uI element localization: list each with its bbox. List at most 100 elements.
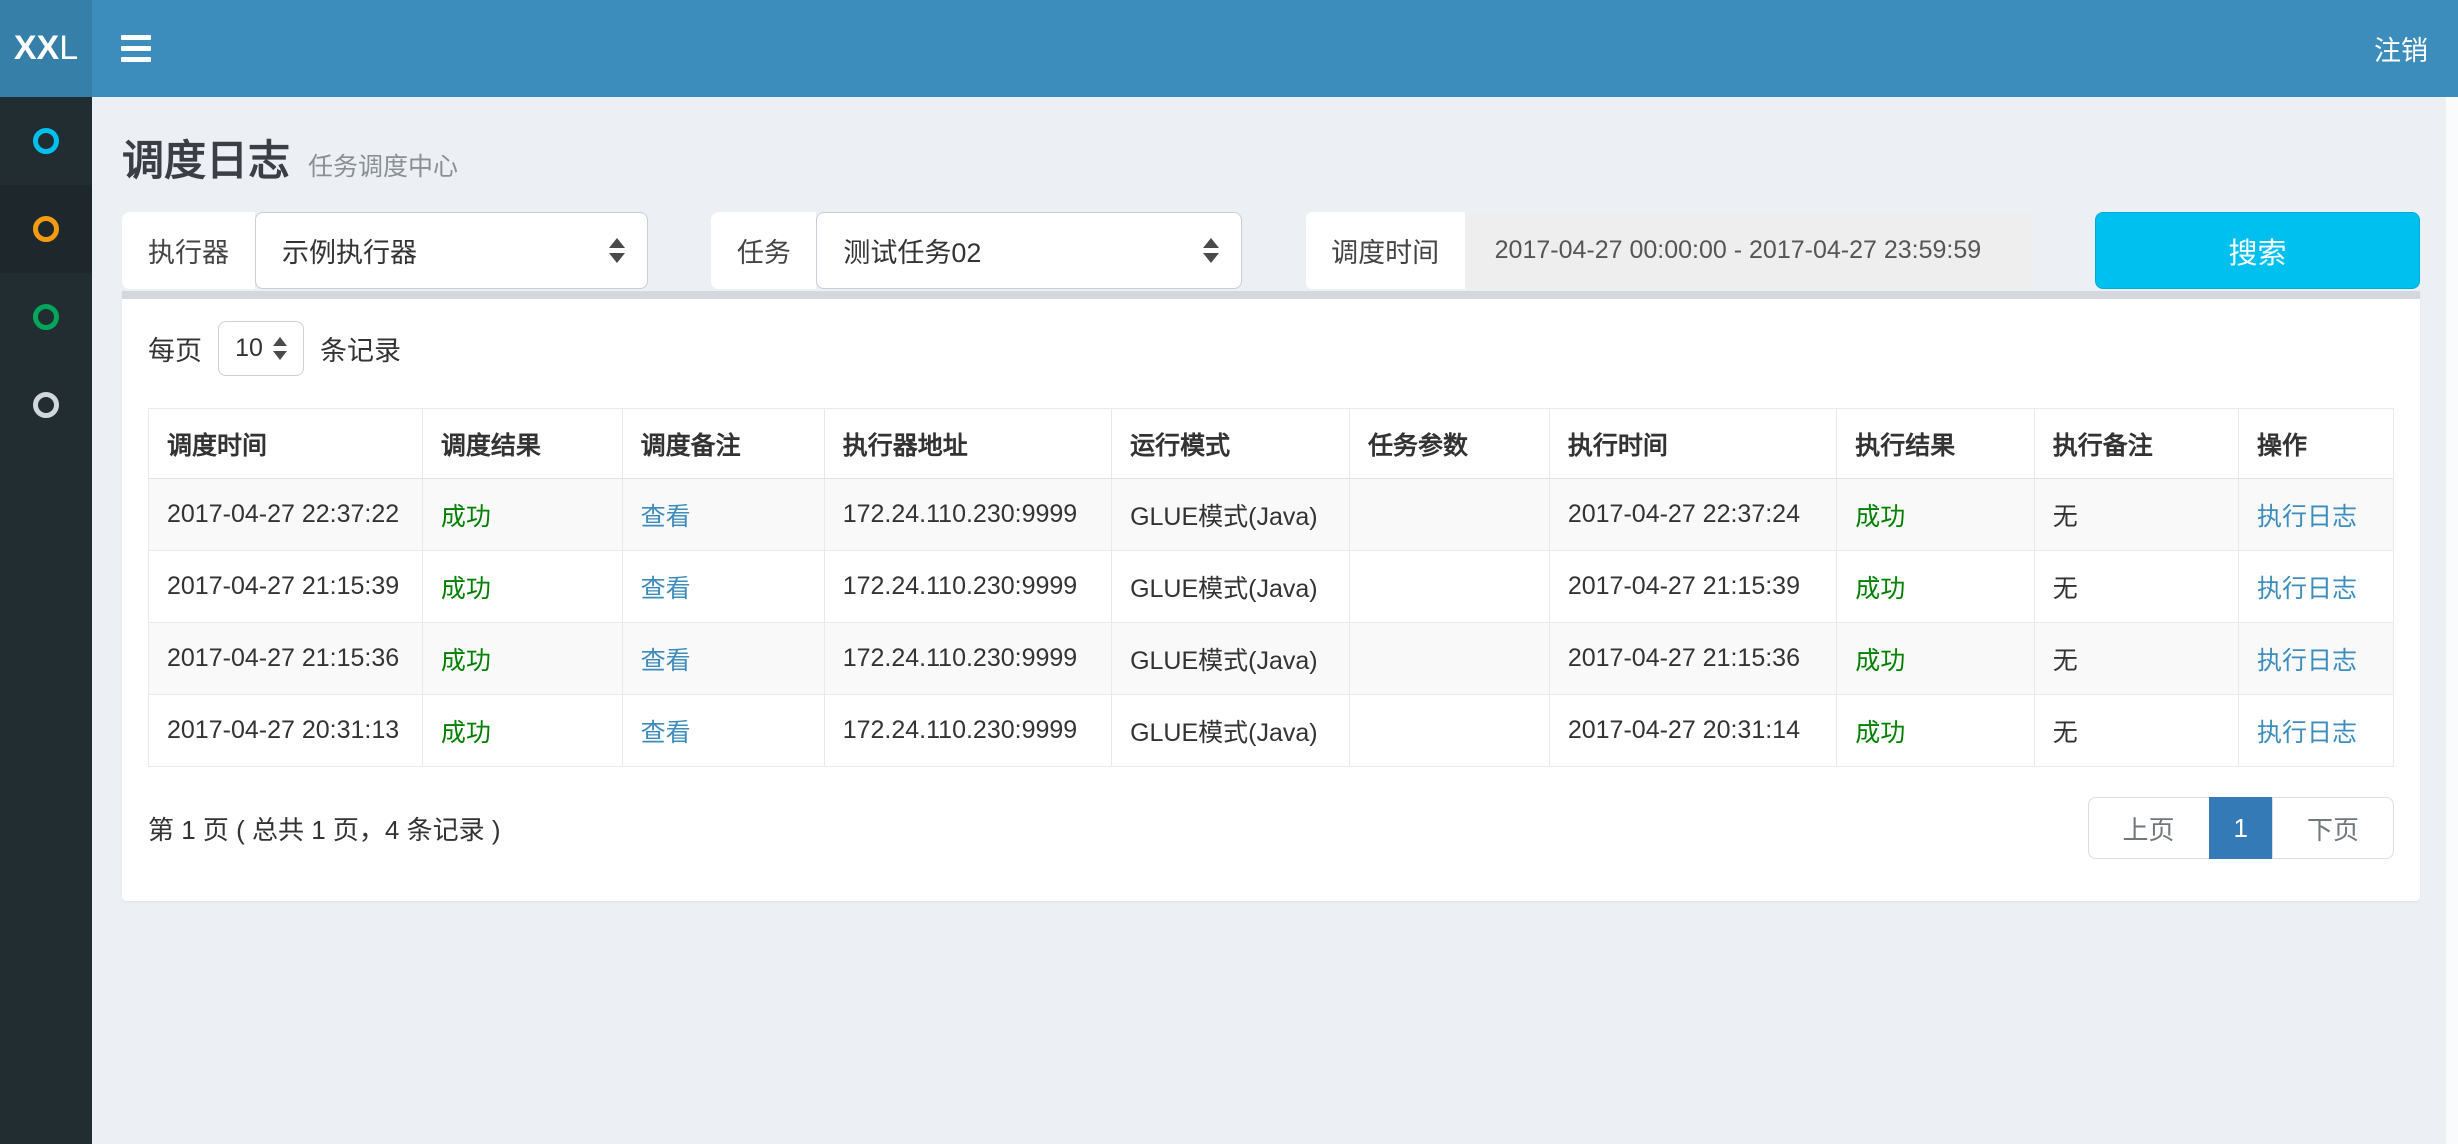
table-cell-action: 执行日志 xyxy=(2239,479,2394,551)
table-cell-glue_type: GLUE模式(Java) xyxy=(1112,479,1350,551)
table-cell-trigger_result: 成功 xyxy=(422,695,622,767)
trigger-time-range-input[interactable] xyxy=(1465,212,2032,289)
table-cell-trigger_time: 2017-04-27 22:37:22 xyxy=(149,479,423,551)
view-trigger-msg-link[interactable]: 查看 xyxy=(641,647,691,675)
column-header: 任务参数 xyxy=(1350,409,1550,479)
column-header: 执行时间 xyxy=(1549,409,1836,479)
column-header: 操作 xyxy=(2239,409,2394,479)
job-select[interactable]: 测试任务02 xyxy=(816,212,1242,289)
table-cell-action: 执行日志 xyxy=(2239,551,2394,623)
table-cell-job_param xyxy=(1350,695,1550,767)
table-cell-trigger_result: 成功 xyxy=(422,551,622,623)
table-cell-trigger_msg: 查看 xyxy=(622,623,824,695)
top-navbar: XXL 注销 xyxy=(0,0,2458,97)
table-cell-executor_address: 172.24.110.230:9999 xyxy=(824,479,1111,551)
page-title: 调度日志 xyxy=(122,127,290,188)
column-header: 执行备注 xyxy=(2034,409,2238,479)
select-arrows-icon xyxy=(1203,238,1219,263)
page-subtitle: 任务调度中心 xyxy=(308,147,458,183)
table-cell-action: 执行日志 xyxy=(2239,695,2394,767)
trigger-time-filter-label: 调度时间 xyxy=(1306,212,1465,289)
content-area: 调度日志 任务调度中心 执行器 示例执行器 任务 测试任务02 调度时间 搜索 … xyxy=(92,97,2458,901)
sidebar-toggle-button[interactable] xyxy=(92,0,180,97)
view-trigger-msg-link[interactable]: 查看 xyxy=(641,503,691,531)
next-page-button[interactable]: 下页 xyxy=(2272,797,2394,859)
page-1-button[interactable]: 1 xyxy=(2209,797,2273,859)
view-trigger-msg-link[interactable]: 查看 xyxy=(641,719,691,747)
page-size-select[interactable]: 10 xyxy=(218,321,304,376)
table-cell-executor_address: 172.24.110.230:9999 xyxy=(824,695,1111,767)
sidebar-menu xyxy=(0,97,92,1144)
app-logo[interactable]: XXL xyxy=(0,0,92,97)
table-cell-handle_time: 2017-04-27 22:37:24 xyxy=(1549,479,1836,551)
hamburger-icon xyxy=(121,35,151,40)
logo-text-light: L xyxy=(59,29,78,68)
circle-ring-icon xyxy=(33,216,59,242)
column-header: 调度结果 xyxy=(422,409,622,479)
table-row: 2017-04-27 21:15:36成功查看172.24.110.230:99… xyxy=(149,623,2394,695)
hamburger-icon xyxy=(121,46,151,51)
job-select-value: 测试任务02 xyxy=(843,231,1189,270)
table-cell-job_param xyxy=(1350,623,1550,695)
log-table-body: 2017-04-27 22:37:22成功查看172.24.110.230:99… xyxy=(149,479,2394,767)
sidebar-item-menu-1[interactable] xyxy=(0,97,92,185)
sidebar-item-menu-2[interactable] xyxy=(0,185,92,273)
table-cell-trigger_time: 2017-04-27 20:31:13 xyxy=(149,695,423,767)
search-button[interactable]: 搜索 xyxy=(2095,212,2420,289)
table-cell-glue_type: GLUE模式(Java) xyxy=(1112,623,1350,695)
table-cell-job_param xyxy=(1350,479,1550,551)
circle-ring-icon xyxy=(33,304,59,330)
table-cell-handle_time: 2017-04-27 20:31:14 xyxy=(1549,695,1836,767)
sidebar-item-menu-3[interactable] xyxy=(0,273,92,361)
column-header: 调度备注 xyxy=(622,409,824,479)
view-trigger-msg-link[interactable]: 查看 xyxy=(641,575,691,603)
circle-ring-icon xyxy=(33,392,59,418)
execution-log-link[interactable]: 执行日志 xyxy=(2257,503,2357,531)
table-cell-handle_msg: 无 xyxy=(2034,479,2238,551)
pagination-controls: 上页 1 下页 xyxy=(2088,797,2395,859)
table-cell-handle_time: 2017-04-27 21:15:36 xyxy=(1549,623,1836,695)
table-cell-trigger_time: 2017-04-27 21:15:39 xyxy=(149,551,423,623)
table-cell-handle_msg: 无 xyxy=(2034,623,2238,695)
filter-toolbar: 执行器 示例执行器 任务 测试任务02 调度时间 搜索 xyxy=(122,212,2420,289)
column-header: 调度时间 xyxy=(149,409,423,479)
sidebar-item-menu-4[interactable] xyxy=(0,361,92,449)
page-header: 调度日志 任务调度中心 xyxy=(122,127,2420,188)
select-arrows-icon xyxy=(273,337,287,360)
job-filter-label: 任务 xyxy=(711,212,816,289)
table-row: 2017-04-27 21:15:39成功查看172.24.110.230:99… xyxy=(149,551,2394,623)
table-cell-trigger_result: 成功 xyxy=(422,623,622,695)
column-header: 运行模式 xyxy=(1112,409,1350,479)
execution-log-link[interactable]: 执行日志 xyxy=(2257,719,2357,747)
log-table-head-row: 调度时间调度结果调度备注执行器地址运行模式任务参数执行时间执行结果执行备注操作 xyxy=(149,409,2394,479)
pagination-row: 第 1 页 ( 总共 1 页，4 条记录 ) 上页 1 下页 xyxy=(148,797,2394,859)
trigger-time-filter-group: 调度时间 xyxy=(1306,212,2032,289)
table-cell-glue_type: GLUE模式(Java) xyxy=(1112,695,1350,767)
table-cell-trigger_time: 2017-04-27 21:15:36 xyxy=(149,623,423,695)
pagination-summary: 第 1 页 ( 总共 1 页，4 条记录 ) xyxy=(148,810,501,847)
executor-filter-label: 执行器 xyxy=(122,212,255,289)
page-size-value: 10 xyxy=(235,334,263,363)
log-table: 调度时间调度结果调度备注执行器地址运行模式任务参数执行时间执行结果执行备注操作 … xyxy=(148,408,2394,767)
table-cell-trigger_msg: 查看 xyxy=(622,695,824,767)
executor-filter-group: 执行器 示例执行器 xyxy=(122,212,648,289)
logo-text-bold: XX xyxy=(14,29,59,68)
executor-select-value: 示例执行器 xyxy=(282,231,595,270)
circle-ring-icon xyxy=(33,128,59,154)
table-cell-job_param xyxy=(1350,551,1550,623)
execution-log-link[interactable]: 执行日志 xyxy=(2257,647,2357,675)
table-cell-handle_msg: 无 xyxy=(2034,695,2238,767)
prev-page-button[interactable]: 上页 xyxy=(2088,797,2210,859)
table-row: 2017-04-27 22:37:22成功查看172.24.110.230:99… xyxy=(149,479,2394,551)
page-size-row: 每页 10 条记录 xyxy=(148,321,2394,376)
page-size-suffix-label: 条记录 xyxy=(320,329,401,368)
table-cell-handle_result: 成功 xyxy=(1837,623,2035,695)
logout-link[interactable]: 注销 xyxy=(2344,0,2458,97)
table-cell-trigger_msg: 查看 xyxy=(622,479,824,551)
job-filter-group: 任务 测试任务02 xyxy=(711,212,1242,289)
executor-select[interactable]: 示例执行器 xyxy=(255,212,648,289)
hamburger-icon xyxy=(121,57,151,62)
execution-log-link[interactable]: 执行日志 xyxy=(2257,575,2357,603)
log-panel: 每页 10 条记录 调度时间调度结果调度备注执行器地址运行模式任务参数执行时间执… xyxy=(122,291,2420,901)
table-cell-handle_result: 成功 xyxy=(1837,551,2035,623)
